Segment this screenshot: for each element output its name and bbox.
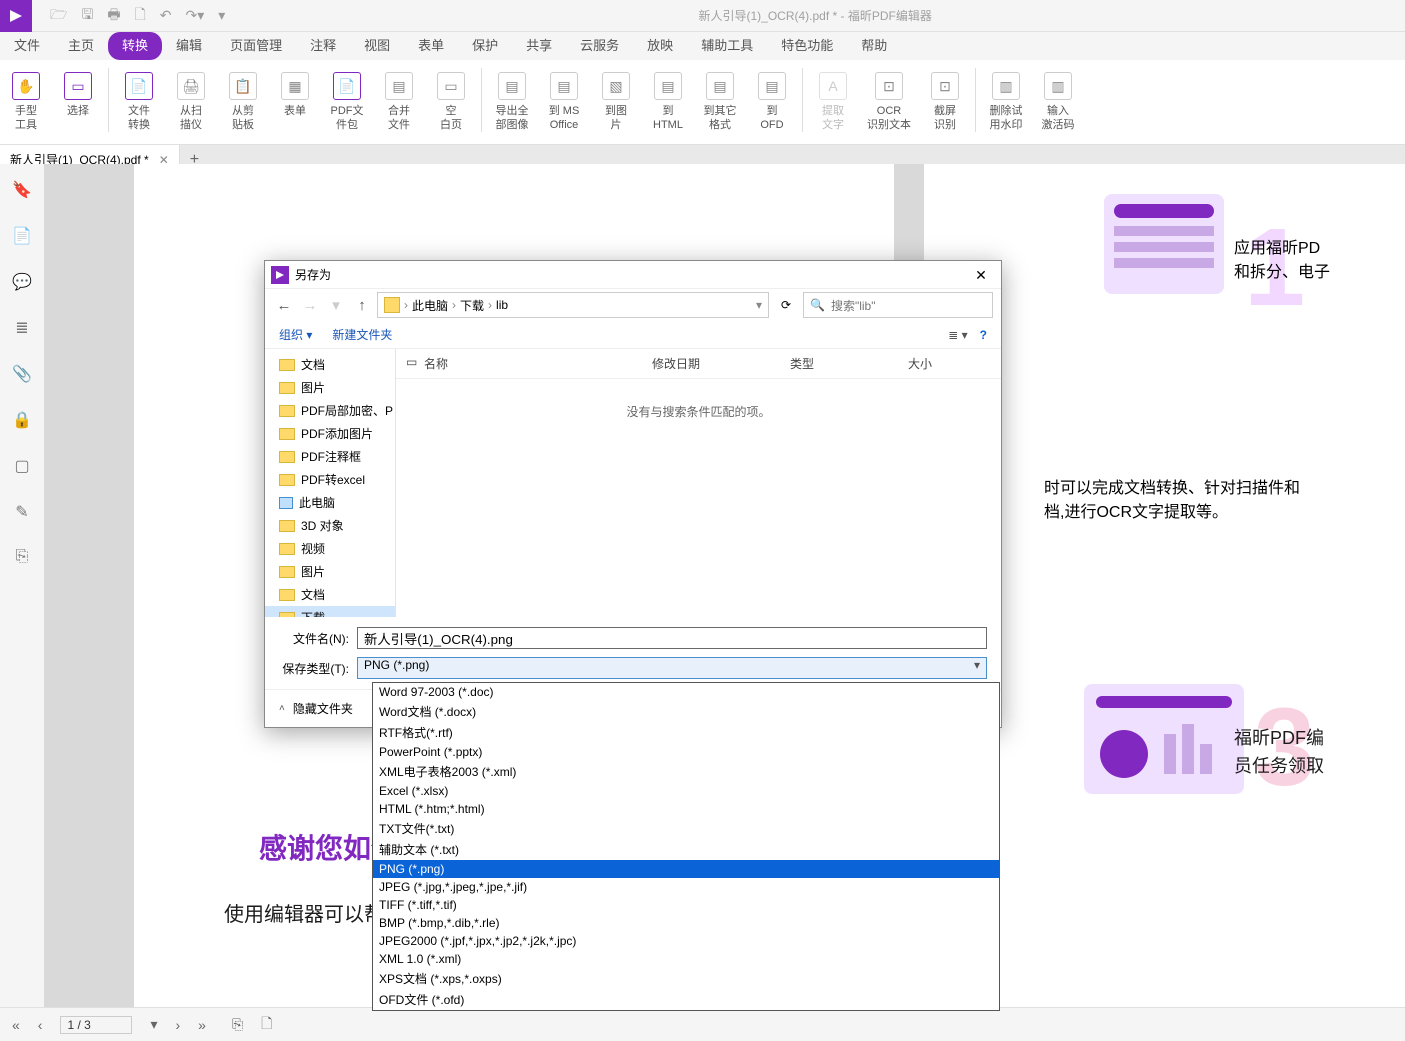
filetype-option[interactable]: XPS文档 (*.xps,*.oxps) xyxy=(373,968,999,989)
folder-icon xyxy=(279,451,295,463)
breadcrumb-0[interactable]: 此电脑 xyxy=(412,297,448,314)
folder-icon xyxy=(279,382,295,394)
chevron-right-icon[interactable]: › xyxy=(404,298,408,312)
help-icon[interactable]: ? xyxy=(980,328,987,342)
chevron-down-icon[interactable]: ▾ xyxy=(756,298,762,312)
filename-input[interactable] xyxy=(357,627,987,649)
nav-history-button[interactable]: ▾ xyxy=(325,296,347,314)
tree-item-label: 文档 xyxy=(301,356,325,373)
nav-up-button[interactable]: ↑ xyxy=(351,297,373,314)
tree-item-label: 下载 xyxy=(301,609,325,617)
tree-item[interactable]: PDF局部加密、P xyxy=(265,399,395,422)
breadcrumb-2[interactable]: lib xyxy=(496,298,508,312)
col-size[interactable]: 大小 xyxy=(908,355,988,372)
tree-item[interactable]: 视频 xyxy=(265,537,395,560)
dialog-fields: 文件名(N): 保存类型(T): PNG (*.png) xyxy=(265,617,1001,689)
breadcrumb-1[interactable]: 下载 xyxy=(460,297,484,314)
dialog-title: 另存为 xyxy=(295,266,967,283)
filetype-option[interactable]: TIFF (*.tiff,*.tif) xyxy=(373,896,999,914)
chevron-right-icon[interactable]: › xyxy=(452,298,456,312)
filetype-option[interactable]: RTF格式(*.rtf) xyxy=(373,722,999,743)
nav-back-button[interactable]: ← xyxy=(273,297,295,314)
filetype-option[interactable]: PowerPoint (*.pptx) xyxy=(373,743,999,761)
filetype-option[interactable]: TXT文件(*.txt) xyxy=(373,818,999,839)
save-as-dialog: 另存为 ✕ ← → ▾ ↑ › 此电脑 › 下载 › lib ▾ ⟳ xyxy=(264,260,1002,728)
tree-item[interactable]: PDF注释框 xyxy=(265,445,395,468)
tree-item[interactable]: 文档 xyxy=(265,353,395,376)
tree-item-label: PDF添加图片 xyxy=(301,425,373,442)
tree-item[interactable]: 3D 对象 xyxy=(265,514,395,537)
tree-item[interactable]: PDF添加图片 xyxy=(265,422,395,445)
search-input[interactable]: 🔍 搜索"lib" xyxy=(803,292,993,318)
tree-item-label: PDF转excel xyxy=(301,471,365,488)
nav-forward-button[interactable]: → xyxy=(299,297,321,314)
col-date[interactable]: 修改日期 xyxy=(652,355,782,372)
filetype-option[interactable]: JPEG2000 (*.jpf,*.jpx,*.jp2,*.j2k,*.jpc) xyxy=(373,932,999,950)
folder-icon xyxy=(279,589,295,601)
filetype-option[interactable]: PNG (*.png) xyxy=(373,860,999,878)
folder-icon xyxy=(384,297,400,313)
tree-item-label: 3D 对象 xyxy=(301,517,344,534)
folder-icon xyxy=(279,543,295,555)
folder-icon xyxy=(279,405,295,417)
tree-item-label: 视频 xyxy=(301,540,325,557)
folder-icon xyxy=(279,474,295,486)
search-icon: 🔍 xyxy=(810,298,825,312)
tree-item-label: 图片 xyxy=(301,563,325,580)
hidden-folders-label: 隐藏文件夹 xyxy=(293,700,353,717)
thumb-col-icon[interactable]: ▭ xyxy=(406,355,416,372)
tree-item-label: PDF局部加密、P xyxy=(301,402,393,419)
tree-item[interactable]: 图片 xyxy=(265,376,395,399)
new-folder-button[interactable]: 新建文件夹 xyxy=(332,326,392,343)
tree-item[interactable]: PDF转excel xyxy=(265,468,395,491)
dialog-nav: ← → ▾ ↑ › 此电脑 › 下载 › lib ▾ ⟳ 🔍 搜索"lib" xyxy=(265,289,1001,321)
filetype-option[interactable]: Excel (*.xlsx) xyxy=(373,782,999,800)
col-type[interactable]: 类型 xyxy=(790,355,900,372)
dialog-body: 文档图片PDF局部加密、PPDF添加图片PDF注释框PDF转excel此电脑3D… xyxy=(265,349,1001,617)
filetype-option[interactable]: JPEG (*.jpg,*.jpeg,*.jpe,*.jif) xyxy=(373,878,999,896)
search-placeholder: 搜索"lib" xyxy=(831,297,876,314)
computer-icon xyxy=(279,497,293,509)
dialog-backdrop: 另存为 ✕ ← → ▾ ↑ › 此电脑 › 下载 › lib ▾ ⟳ xyxy=(0,0,1405,1041)
folder-icon xyxy=(279,612,295,618)
tree-item[interactable]: 下载 xyxy=(265,606,395,617)
filetype-dropdown: Word 97-2003 (*.doc)Word文档 (*.docx)RTF格式… xyxy=(372,682,1000,1011)
tree-item-label: 文档 xyxy=(301,586,325,603)
folder-icon xyxy=(279,428,295,440)
filetype-option[interactable]: XML电子表格2003 (*.xml) xyxy=(373,761,999,782)
folder-icon xyxy=(279,359,295,371)
filename-label: 文件名(N): xyxy=(279,630,349,647)
dialog-toolbar: 组织 ▾ 新建文件夹 ≣ ▾ ? xyxy=(265,321,1001,349)
folder-icon xyxy=(279,566,295,578)
folder-icon xyxy=(279,520,295,532)
folder-tree: 文档图片PDF局部加密、PPDF添加图片PDF注释框PDF转excel此电脑3D… xyxy=(265,349,395,617)
filetype-option[interactable]: BMP (*.bmp,*.dib,*.rle) xyxy=(373,914,999,932)
chevron-up-icon: ˄ xyxy=(279,703,285,714)
refresh-button[interactable]: ⟳ xyxy=(773,298,799,312)
organise-menu[interactable]: 组织 ▾ xyxy=(279,326,312,343)
filetype-option[interactable]: Word 97-2003 (*.doc) xyxy=(373,683,999,701)
filetype-option[interactable]: XML 1.0 (*.xml) xyxy=(373,950,999,968)
tree-item-label: 图片 xyxy=(301,379,325,396)
breadcrumb[interactable]: › 此电脑 › 下载 › lib ▾ xyxy=(377,292,769,318)
col-name[interactable]: 名称 xyxy=(424,355,644,372)
tree-item[interactable]: 图片 xyxy=(265,560,395,583)
empty-message: 没有与搜索条件匹配的项。 xyxy=(396,403,1001,420)
filetype-option[interactable]: OFD文件 (*.ofd) xyxy=(373,989,999,1010)
chevron-right-icon[interactable]: › xyxy=(488,298,492,312)
filetype-label: 保存类型(T): xyxy=(279,660,349,677)
dialog-app-icon xyxy=(271,266,289,284)
view-mode-button[interactable]: ≣ ▾ xyxy=(948,328,967,342)
filetype-option[interactable]: 辅助文本 (*.txt) xyxy=(373,839,999,860)
tree-item[interactable]: 此电脑 xyxy=(265,491,395,514)
filetype-option[interactable]: HTML (*.htm;*.html) xyxy=(373,800,999,818)
dialog-title-bar: 另存为 ✕ xyxy=(265,261,1001,289)
tree-item[interactable]: 文档 xyxy=(265,583,395,606)
file-list: ▭ 名称 修改日期 类型 大小 没有与搜索条件匹配的项。 xyxy=(395,349,1001,617)
filetype-option[interactable]: Word文档 (*.docx) xyxy=(373,701,999,722)
tree-item-label: PDF注释框 xyxy=(301,448,361,465)
filetype-select[interactable]: PNG (*.png) xyxy=(357,657,987,679)
dialog-close-button[interactable]: ✕ xyxy=(967,261,995,289)
tree-item-label: 此电脑 xyxy=(299,494,335,511)
